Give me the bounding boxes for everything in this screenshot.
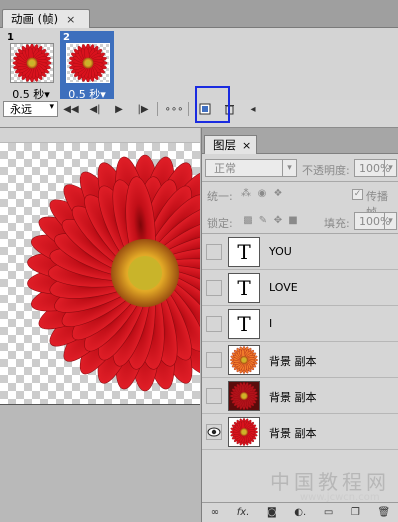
lock-pixels-icon[interactable]: ✎: [257, 215, 269, 227]
layer-thumbnail: [228, 381, 260, 411]
text-layer-icon: T: [228, 309, 260, 339]
loop-options-select[interactable]: 永远 ▾: [3, 101, 58, 117]
frame-thumbnail: [10, 43, 54, 83]
image-canvas[interactable]: [0, 143, 200, 405]
frame-number: 1: [7, 32, 14, 43]
layer-thumbnail: [228, 345, 260, 375]
close-icon[interactable]: ×: [66, 13, 75, 26]
flower-disc: [85, 60, 91, 66]
layer-row-love[interactable]: T LOVE: [202, 270, 398, 306]
layer-name: I: [269, 317, 273, 330]
frame-number: 2: [63, 32, 70, 43]
layer-name: 背景 副本: [269, 355, 317, 368]
next-frame-icon[interactable]: |▶: [132, 101, 154, 117]
tab-animation-label: 动画 (帧): [11, 12, 59, 26]
unify-style-icon[interactable]: ❖: [272, 188, 284, 200]
document-ruler-strip: [0, 128, 200, 142]
layer-name: 背景 副本: [269, 391, 317, 404]
layer-row-background-copy-orange[interactable]: 背景 副本: [202, 342, 398, 378]
visibility-toggle[interactable]: [206, 280, 222, 296]
annotation-highlight-box: [195, 86, 230, 123]
fill-label: 填充:: [324, 217, 350, 230]
layer-row-background-copy-dark[interactable]: 背景 副本: [202, 378, 398, 414]
visibility-toggle[interactable]: [206, 352, 222, 368]
animation-tabbar: 动画 (帧) ×: [0, 0, 398, 28]
flower-disc: [29, 60, 35, 66]
visibility-toggle[interactable]: [206, 388, 222, 404]
tab-animation-frames[interactable]: 动画 (帧) ×: [2, 9, 90, 28]
opacity-input[interactable]: 100% ▾: [354, 159, 397, 177]
chevron-down-icon: ▾: [282, 160, 296, 176]
layer-row-you[interactable]: T YOU: [202, 234, 398, 270]
unify-label: 统一:: [207, 190, 233, 203]
layer-name: YOU: [269, 245, 292, 258]
link-layers-icon[interactable]: ∞: [211, 507, 219, 518]
unify-position-icon[interactable]: ⁂: [240, 188, 252, 200]
watermark-text: 中国教程网: [270, 470, 390, 494]
propagate-frame-checkbox[interactable]: ✓: [352, 189, 363, 200]
visibility-toggle[interactable]: [206, 424, 222, 440]
flower-disc: [242, 394, 246, 398]
layer-name: 背景 副本: [269, 427, 317, 440]
watermark-url: www.jcwcn.com: [300, 492, 380, 503]
lock-label: 锁定:: [207, 217, 233, 230]
layers-tabbar: 图层 ×: [202, 128, 398, 154]
divider: [202, 181, 398, 182]
lock-position-icon[interactable]: ✥: [272, 215, 284, 227]
toolbar-divider: [157, 102, 158, 116]
chevron-down-icon: ▾: [49, 102, 54, 112]
unify-visibility-icon[interactable]: ◉: [256, 188, 268, 200]
adjustment-layer-icon[interactable]: ◐.: [294, 507, 306, 518]
layer-row-background-copy-red[interactable]: 背景 副本: [202, 414, 398, 450]
chevron-down-icon: ▾: [384, 213, 396, 229]
eye-icon: [207, 427, 221, 437]
close-icon[interactable]: ×: [242, 139, 251, 152]
lock-all-icon[interactable]: ■: [287, 215, 299, 227]
fill-input[interactable]: 100% ▾: [354, 212, 397, 230]
trash-icon[interactable]: 🗑: [377, 507, 390, 518]
blend-mode-value: 正常: [214, 162, 236, 175]
new-layer-icon[interactable]: ❐: [351, 507, 360, 518]
layers-bottom-toolbar: ∞ fx. ◙ ◐. ▭ ❐ 🗑: [202, 502, 398, 522]
layer-row-i[interactable]: T I: [202, 306, 398, 342]
first-frame-icon[interactable]: ◀◀: [60, 101, 82, 117]
frame-thumbnail: [66, 43, 110, 83]
layer-thumbnail: [228, 417, 260, 447]
animation-panel: 动画 (帧) × 1 0.5 秒▾ 2 0.5 秒▾ 永远 ▾ ◀◀ ◀| ▶ …: [0, 0, 398, 128]
flower-disc: [128, 256, 162, 290]
tab-layers-label: 图层: [213, 138, 236, 152]
flower-disc: [242, 358, 246, 362]
loop-value: 永远: [10, 103, 32, 116]
visibility-toggle[interactable]: [206, 244, 222, 260]
flower-image: [27, 154, 200, 392]
visibility-toggle[interactable]: [206, 316, 222, 332]
frame-2[interactable]: 2 0.5 秒▾: [60, 31, 114, 101]
text-layer-icon: T: [228, 237, 260, 267]
tab-layers[interactable]: 图层 ×: [204, 135, 257, 154]
layer-name: LOVE: [269, 281, 298, 294]
panel-collapse-icon[interactable]: ◂: [242, 101, 264, 117]
layers-panel: 图层 × 正常 ▾ 不透明度: 100% ▾ 统一: ⁂ ◉ ❖ ✓ 传播帧 锁…: [201, 128, 398, 522]
frame-1[interactable]: 1 0.5 秒▾: [4, 31, 58, 101]
chevron-down-icon: ▾: [384, 160, 396, 176]
layer-style-icon[interactable]: fx.: [237, 507, 250, 518]
toolbar-divider: [188, 102, 189, 116]
flower-disc: [242, 430, 246, 434]
opacity-label: 不透明度:: [302, 164, 350, 177]
layer-mask-icon[interactable]: ◙: [267, 507, 277, 518]
blend-mode-select[interactable]: 正常 ▾: [205, 159, 297, 177]
text-layer-icon: T: [228, 273, 260, 303]
lock-transparent-icon[interactable]: ▩: [242, 215, 254, 227]
new-group-icon[interactable]: ▭: [324, 507, 333, 518]
tween-icon[interactable]: ∘∘∘: [163, 101, 185, 117]
play-icon[interactable]: ▶: [108, 101, 130, 117]
previous-frame-icon[interactable]: ◀|: [84, 101, 106, 117]
